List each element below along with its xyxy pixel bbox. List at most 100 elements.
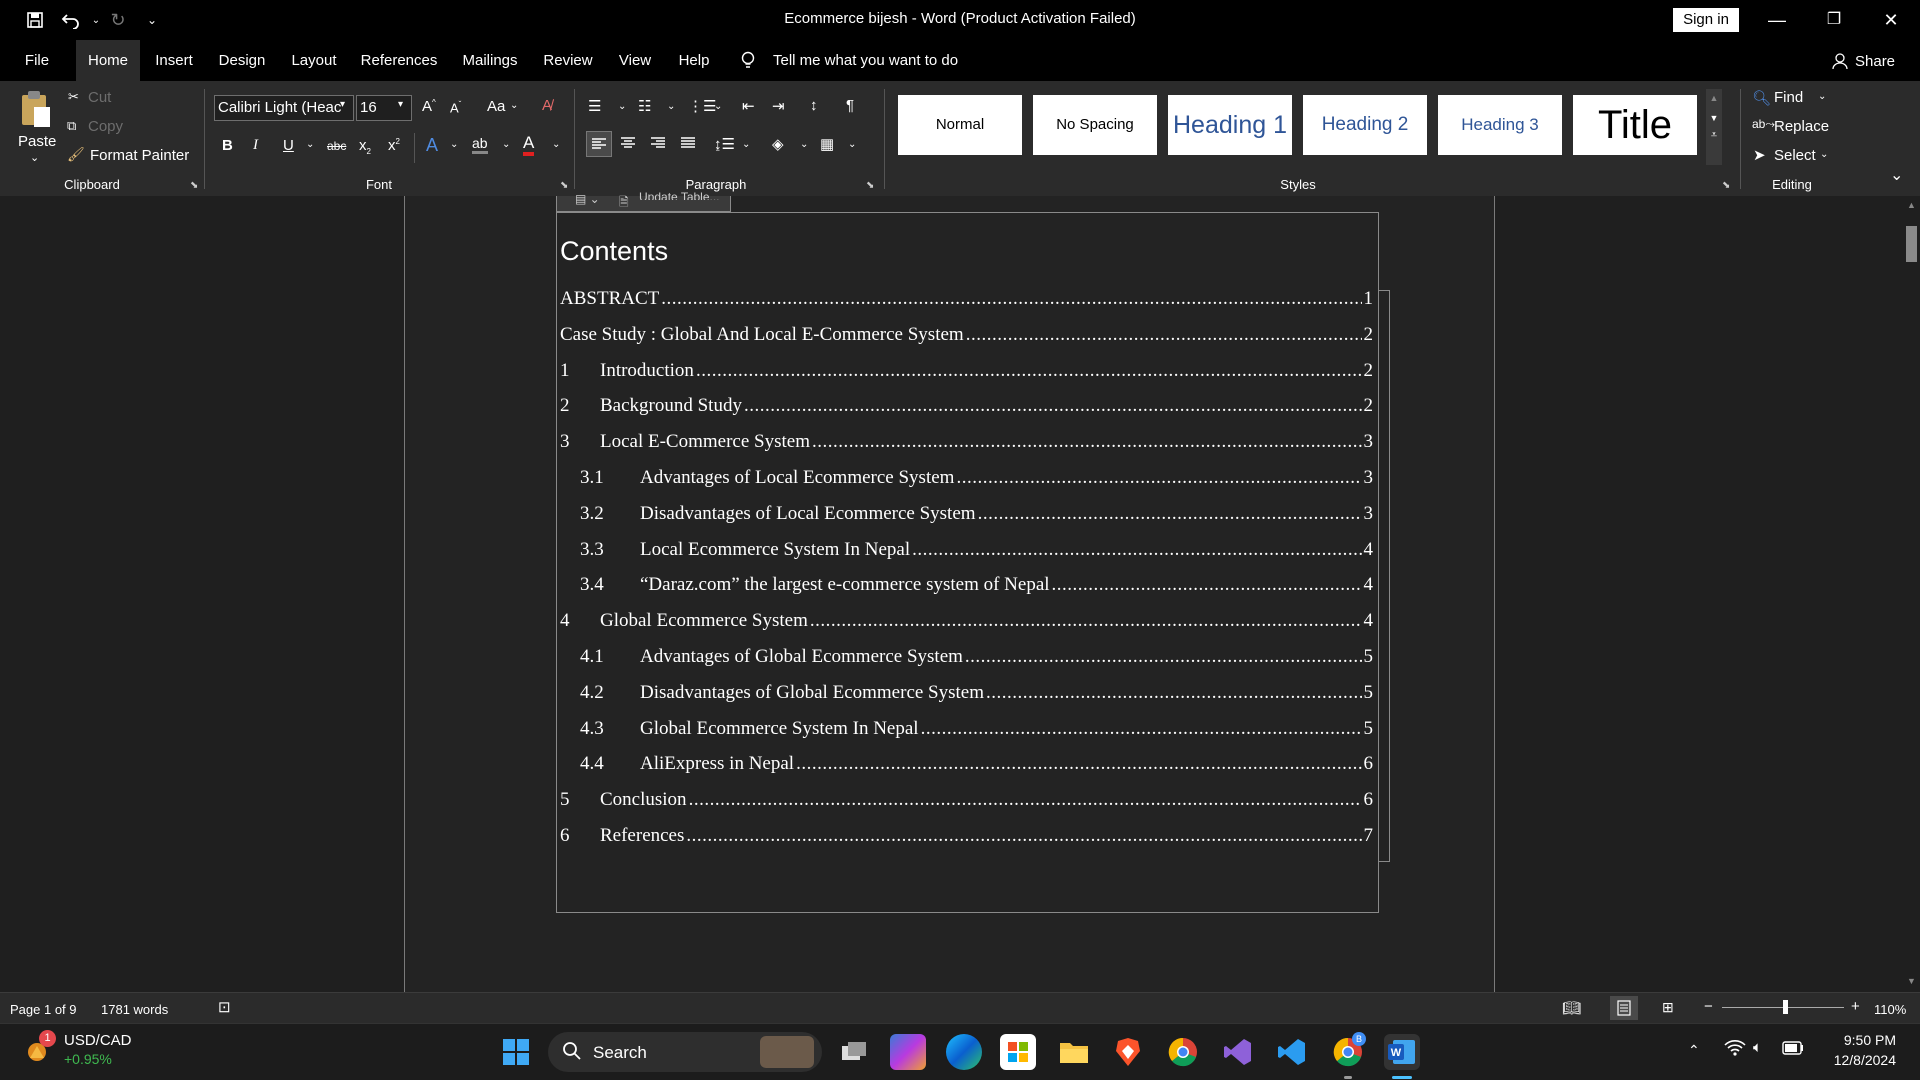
tab-layout[interactable]: Layout bbox=[284, 40, 344, 81]
tab-home[interactable]: Home bbox=[76, 40, 140, 81]
multilevel-dropdown-icon[interactable]: ⌄ bbox=[714, 101, 722, 112]
align-right-button[interactable] bbox=[646, 131, 672, 157]
increase-indent-icon[interactable]: ⇥ bbox=[772, 97, 785, 115]
font-color-dropdown-icon[interactable]: ⌄ bbox=[552, 139, 560, 150]
copy-button[interactable]: Copy bbox=[88, 118, 123, 135]
share-button[interactable]: Share bbox=[1855, 40, 1895, 81]
shading-icon[interactable]: ◈ bbox=[772, 135, 784, 153]
style-no-spacing[interactable]: No Spacing bbox=[1033, 95, 1157, 155]
sign-in-button[interactable]: Sign in bbox=[1673, 8, 1739, 32]
borders-dropdown-icon[interactable]: ⌄ bbox=[848, 139, 856, 150]
start-icon[interactable] bbox=[498, 1034, 534, 1070]
tab-view[interactable]: View bbox=[610, 40, 660, 81]
toc-control-tab[interactable]: ▤ ⌄ 🗎 Update Table... bbox=[556, 190, 731, 212]
tab-file[interactable]: File bbox=[14, 40, 60, 81]
paste-button[interactable]: Paste bbox=[18, 133, 56, 150]
tell-me-search[interactable]: Tell me what you want to do bbox=[773, 40, 958, 81]
numbering-dropdown-icon[interactable]: ⌄ bbox=[667, 101, 675, 112]
file-explorer-icon[interactable] bbox=[1056, 1034, 1092, 1070]
visual-studio-icon[interactable] bbox=[1220, 1034, 1256, 1070]
wifi-icon[interactable] bbox=[1724, 1039, 1746, 1062]
toc-entry[interactable]: Case Study : Global And Local E-Commerce… bbox=[560, 324, 1373, 352]
change-case-dropdown-icon[interactable]: ⌄ bbox=[510, 100, 518, 111]
change-case-button[interactable]: Aa bbox=[487, 98, 505, 115]
toc-entry[interactable]: 4.4 AliExpress in Nepal 6 bbox=[560, 753, 1373, 781]
brave-icon[interactable] bbox=[1110, 1034, 1146, 1070]
volume-icon[interactable]: 🔈︎ bbox=[1753, 1039, 1762, 1056]
show-hidden-icons-icon[interactable]: ⌃ bbox=[1688, 1042, 1700, 1059]
align-left-button[interactable] bbox=[586, 131, 612, 157]
tab-design[interactable]: Design bbox=[212, 40, 272, 81]
style-title[interactable]: Title bbox=[1573, 95, 1697, 155]
toc-entry[interactable]: 2 Background Study 2 bbox=[560, 395, 1373, 423]
text-effects-icon[interactable]: A bbox=[426, 135, 438, 156]
shrink-font-icon[interactable]: Aˇ bbox=[450, 100, 461, 115]
clock-date[interactable]: 12/8/2024 bbox=[1810, 1052, 1896, 1068]
paragraph-launcher-icon[interactable]: ⬊ bbox=[866, 180, 874, 191]
tab-review[interactable]: Review bbox=[538, 40, 598, 81]
font-name-box[interactable]: Calibri Light (Heac bbox=[214, 95, 354, 121]
restore-button[interactable]: ❐ bbox=[1814, 6, 1854, 34]
scroll-down-icon[interactable]: ▼ bbox=[1907, 976, 1916, 986]
tab-insert[interactable]: Insert bbox=[148, 40, 200, 81]
widget-value[interactable]: +0.95% bbox=[64, 1051, 112, 1067]
edge-icon[interactable] bbox=[946, 1034, 982, 1070]
cut-button[interactable]: Cut bbox=[88, 89, 111, 106]
styles-launcher-icon[interactable]: ⬊ bbox=[1722, 180, 1730, 191]
show-formatting-icon[interactable]: ¶ bbox=[846, 97, 854, 114]
toc-entry[interactable]: 6 References 7 bbox=[560, 825, 1373, 853]
toc-entry[interactable]: 3.1 Advantages of Local Ecommerce System 3 bbox=[560, 467, 1373, 495]
web-layout-icon[interactable]: ⊞ bbox=[1662, 999, 1674, 1016]
styles-scroll-up-icon[interactable]: ▲ bbox=[1706, 93, 1722, 103]
tab-help[interactable]: Help bbox=[672, 40, 716, 81]
font-color-icon[interactable]: A bbox=[523, 133, 535, 156]
close-button[interactable]: ✕ bbox=[1871, 6, 1911, 34]
styles-more-icon[interactable]: ⩡ bbox=[1706, 129, 1722, 142]
strikethrough-icon[interactable]: abc bbox=[327, 139, 346, 153]
word-app-icon[interactable]: W bbox=[1384, 1034, 1420, 1070]
borders-icon[interactable]: ▦ bbox=[820, 135, 834, 153]
toc-menu-icon[interactable]: ▤ ⌄ bbox=[575, 192, 600, 206]
replace-button[interactable]: Replace bbox=[1774, 118, 1829, 135]
vertical-scrollbar[interactable]: ▲ ▼ bbox=[1903, 196, 1920, 992]
style-normal[interactable]: Normal bbox=[898, 95, 1022, 155]
superscript-icon[interactable]: x2 bbox=[388, 137, 400, 154]
grow-font-icon[interactable]: A^ bbox=[422, 98, 436, 115]
select-button[interactable]: Select bbox=[1774, 147, 1816, 164]
task-view-icon[interactable] bbox=[836, 1034, 872, 1070]
battery-icon[interactable] bbox=[1782, 1041, 1804, 1060]
font-size-dropdown-icon[interactable]: ▾ bbox=[398, 99, 403, 110]
bold-icon[interactable]: B bbox=[222, 137, 233, 154]
update-table-button[interactable]: Update Table... bbox=[639, 190, 720, 200]
zoom-in-icon[interactable]: + bbox=[1851, 998, 1860, 1015]
read-mode-icon[interactable]: 📖︎ bbox=[1562, 999, 1581, 1017]
print-layout-button[interactable] bbox=[1610, 996, 1638, 1020]
subscript-icon[interactable]: x2 bbox=[359, 137, 371, 156]
toc-entry[interactable]: 3.2 Disadvantages of Local Ecommerce Syst… bbox=[560, 503, 1373, 531]
styles-gallery-scroll[interactable]: ▲ ▼ ⩡ bbox=[1706, 89, 1722, 165]
toc-entry[interactable]: 3.3 Local Ecommerce System In Nepal 4 bbox=[560, 539, 1373, 567]
decrease-indent-icon[interactable]: ⇤ bbox=[742, 97, 755, 115]
styles-scroll-down-icon[interactable]: ▼ bbox=[1706, 113, 1722, 123]
paste-dropdown-icon[interactable]: ⌄ bbox=[30, 151, 39, 164]
highlight-icon[interactable]: ab bbox=[472, 135, 488, 154]
toc-entry[interactable]: 4.3 Global Ecommerce System In Nepal 5 bbox=[560, 718, 1373, 746]
copilot-icon[interactable] bbox=[890, 1034, 926, 1070]
highlight-dropdown-icon[interactable]: ⌄ bbox=[502, 139, 510, 150]
clear-formatting-icon[interactable]: A̸ bbox=[542, 97, 552, 114]
collapse-ribbon-icon[interactable]: ⌄ bbox=[1890, 165, 1903, 185]
store-icon[interactable] bbox=[1000, 1034, 1036, 1070]
tab-mailings[interactable]: Mailings bbox=[454, 40, 526, 81]
minimize-button[interactable]: — bbox=[1757, 6, 1797, 34]
find-dropdown-icon[interactable]: ⌄ bbox=[1818, 91, 1826, 102]
sort-icon[interactable]: ↕ bbox=[810, 97, 818, 114]
tab-references[interactable]: References bbox=[356, 40, 442, 81]
toc-entry[interactable]: 4 Global Ecommerce System 4 bbox=[560, 610, 1373, 638]
toc-entry[interactable]: 3.4 “Daraz.com” the largest e-commerce sy… bbox=[560, 574, 1373, 602]
paste-icon[interactable] bbox=[18, 89, 54, 129]
justify-button[interactable] bbox=[676, 131, 702, 157]
page-count[interactable]: Page 1 of 9 bbox=[10, 1002, 77, 1017]
align-center-button[interactable] bbox=[616, 131, 642, 157]
chrome-icon[interactable] bbox=[1165, 1034, 1201, 1070]
toc-entry[interactable]: 4.2 Disadvantages of Global Ecommerce Sys… bbox=[560, 682, 1373, 710]
